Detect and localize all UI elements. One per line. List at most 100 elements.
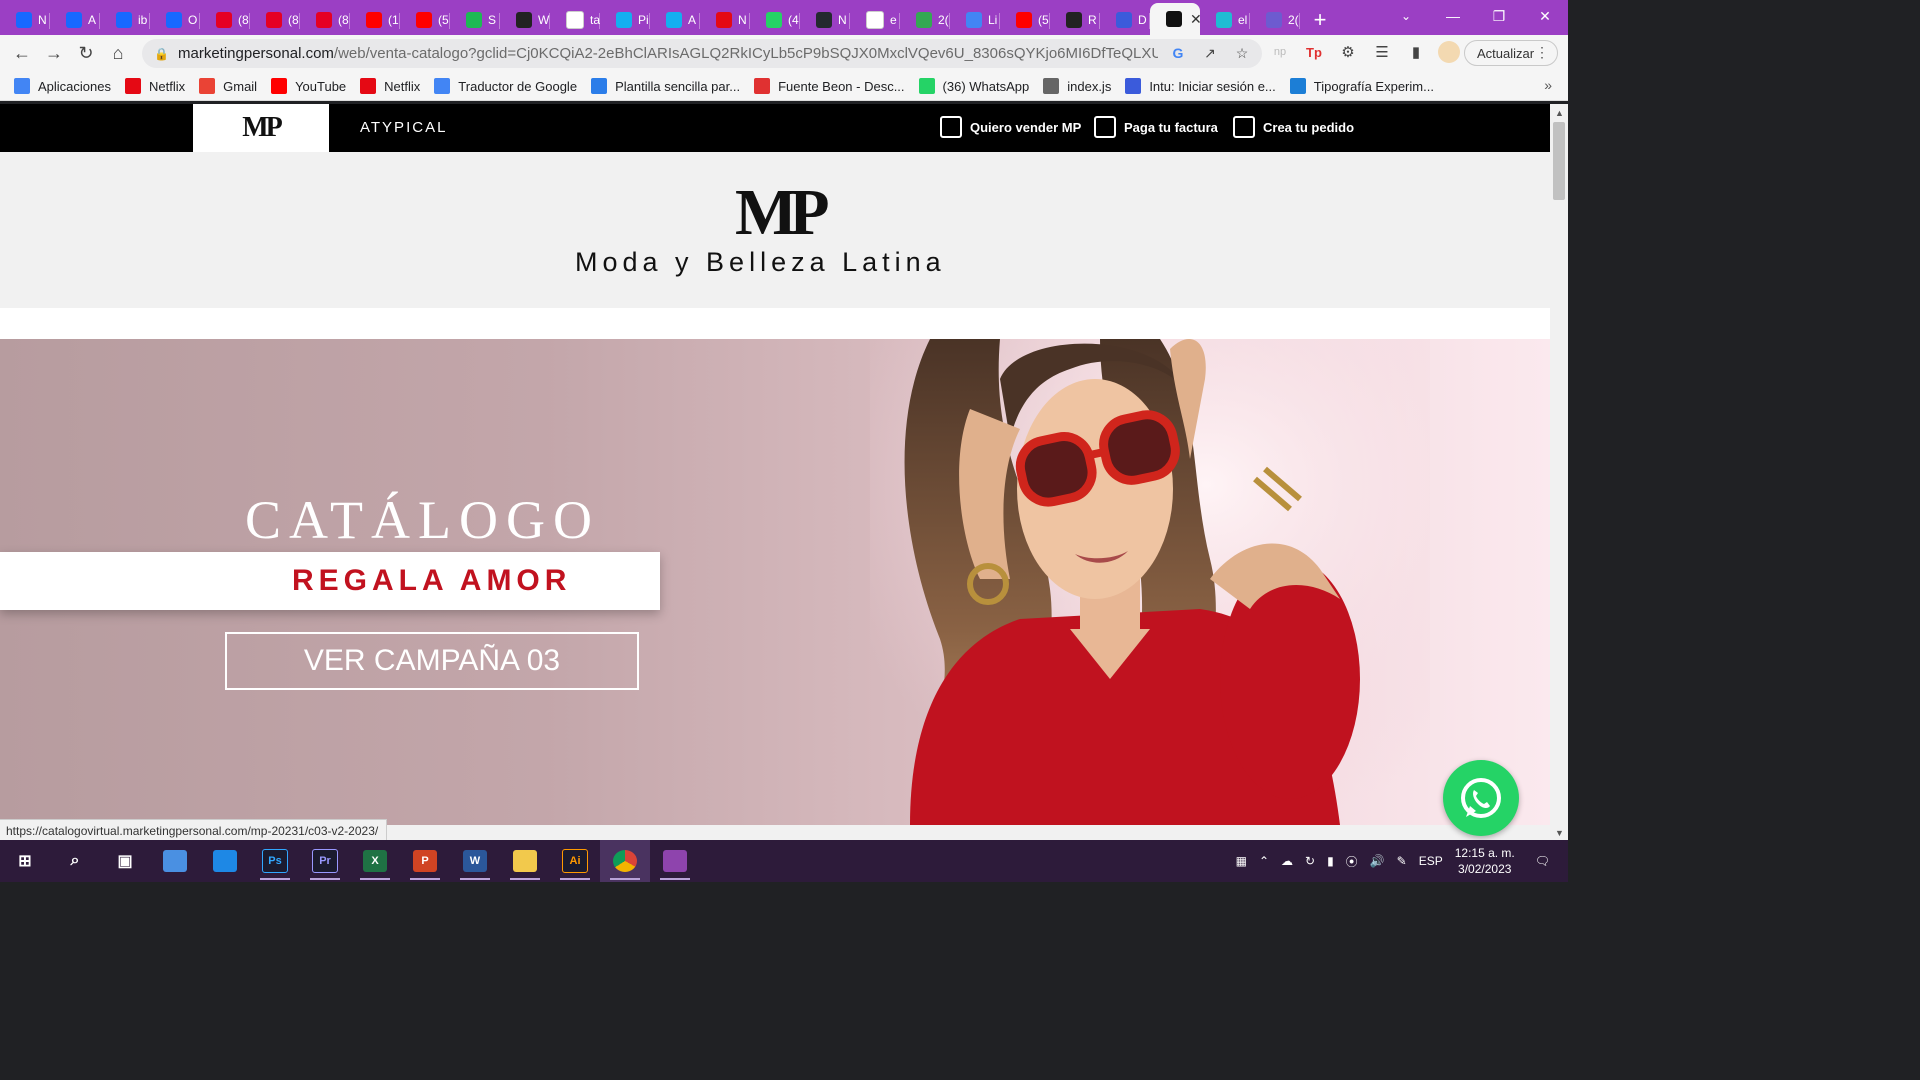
mp-nav-logo[interactable]: MP <box>193 104 329 152</box>
browser-tab[interactable]: ib <box>100 5 150 35</box>
address-bar[interactable]: 🔒 marketingpersonal.com/web/venta-catalo… <box>142 39 1262 68</box>
brand-logo[interactable]: MP <box>735 180 830 246</box>
taskbar-app[interactable] <box>200 840 250 882</box>
nav-link-crea-pedido[interactable]: Crea tu pedido <box>1233 116 1354 138</box>
bookmark-item[interactable]: Tipografía Experim... <box>1289 78 1434 94</box>
page-scrollbar[interactable]: ▲ ▼ <box>1550 104 1568 840</box>
browser-tab[interactable]: N <box>0 5 50 35</box>
bookmarks-overflow-icon[interactable]: » <box>1544 77 1552 93</box>
scroll-down-icon[interactable]: ▼ <box>1555 828 1564 838</box>
browser-tab[interactable]: (5 <box>1000 5 1050 35</box>
bookmark-item[interactable]: index.js <box>1043 78 1111 94</box>
google-lens-icon[interactable]: G <box>1168 43 1188 63</box>
browser-tab[interactable]: e <box>850 5 900 35</box>
taskbar-app[interactable]: Ai <box>550 840 600 882</box>
browser-tab[interactable]: R <box>1050 5 1100 35</box>
taskbar-app[interactable] <box>600 840 650 882</box>
share-icon[interactable]: ↗ <box>1200 43 1220 63</box>
browser-tab[interactable]: D <box>1100 5 1150 35</box>
taskbar-app[interactable]: X <box>350 840 400 882</box>
menu-dots-icon[interactable]: ⋮ <box>1535 44 1549 61</box>
close-tab-icon[interactable]: ✕ <box>1190 11 1200 28</box>
taskbar-app[interactable]: ⊞ <box>0 840 50 882</box>
taskbar-app[interactable]: Ps <box>250 840 300 882</box>
atypical-link[interactable]: ATYPICAL <box>360 119 447 136</box>
bookmark-item[interactable]: Traductor de Google <box>434 78 577 94</box>
nav-link-paga-factura[interactable]: Paga tu factura <box>1094 116 1218 138</box>
wifi-icon[interactable]: ⦿ <box>1346 853 1358 870</box>
view-campaign-button[interactable]: VER CAMPAÑA 03 <box>225 632 639 690</box>
profile-avatar[interactable] <box>1438 41 1460 63</box>
browser-tab[interactable]: (4 <box>750 5 800 35</box>
browser-tab[interactable]: N <box>800 5 850 35</box>
back-button[interactable]: ← <box>6 38 38 70</box>
scrollbar-thumb[interactable] <box>1553 122 1565 200</box>
bookmark-item[interactable]: Netflix <box>125 78 185 94</box>
bookmark-item[interactable]: (36) WhatsApp <box>918 78 1029 94</box>
tab-search-chevron-icon[interactable]: ⌄ <box>1396 6 1416 26</box>
browser-tab[interactable]: Pi <box>600 5 650 35</box>
side-panel-icon[interactable]: ▮ <box>1404 39 1428 65</box>
browser-tab[interactable]: ta <box>550 5 600 35</box>
nav-link-quiero-vender[interactable]: Quiero vender MP <box>940 116 1081 138</box>
volume-icon[interactable]: 🔊 <box>1370 854 1385 868</box>
clock[interactable]: 12:15 a. m. 3/02/2023 <box>1455 845 1515 877</box>
bookmark-item[interactable]: Aplicaciones <box>14 78 111 94</box>
browser-tab[interactable]: el <box>1200 5 1250 35</box>
bookmark-item[interactable]: Gmail <box>199 78 257 94</box>
browser-tab[interactable]: Li <box>950 5 1000 35</box>
news-widget-icon[interactable]: ▦ <box>1236 854 1247 868</box>
browser-tab[interactable]: A <box>50 5 100 35</box>
reload-button[interactable]: ↻ <box>70 38 102 70</box>
bookmark-item[interactable]: Intu: Iniciar sesión e... <box>1125 78 1276 94</box>
extensions-puzzle-icon[interactable]: ⚙ <box>1336 39 1360 65</box>
browser-tab[interactable]: 2( <box>1250 5 1300 35</box>
minimize-button[interactable]: — <box>1430 0 1476 32</box>
update-browser-button[interactable]: Actualizar ⋮ <box>1464 40 1558 66</box>
browser-tab[interactable]: (8 <box>250 5 300 35</box>
browser-tab[interactable]: O <box>150 5 200 35</box>
browser-tab[interactable]: (8 <box>200 5 250 35</box>
taskbar-app[interactable]: W <box>450 840 500 882</box>
taskbar-app[interactable] <box>150 840 200 882</box>
taskbar-app[interactable]: ▣ <box>100 840 150 882</box>
bookmark-item[interactable]: Plantilla sencilla par... <box>591 78 740 94</box>
forward-button[interactable]: → <box>38 38 70 70</box>
browser-tab[interactable]: (5 <box>400 5 450 35</box>
browser-tab[interactable]: A <box>650 5 700 35</box>
onedrive-icon[interactable]: ☁ <box>1281 854 1293 868</box>
bookmark-item[interactable]: YouTube <box>271 78 346 94</box>
battery-icon[interactable]: ▮ <box>1327 854 1334 868</box>
url-text[interactable]: marketingpersonal.com/web/venta-catalogo… <box>178 45 1158 62</box>
taskbar-app[interactable] <box>650 840 700 882</box>
bookmark-item[interactable]: Netflix <box>360 78 420 94</box>
taskbar-app[interactable]: Pr <box>300 840 350 882</box>
sync-icon[interactable]: ↻ <box>1305 854 1315 868</box>
media-control-icon[interactable]: ☰ <box>1370 39 1394 65</box>
new-tab-button[interactable]: + <box>1300 5 1340 35</box>
home-button[interactable]: ⌂ <box>102 38 134 70</box>
browser-tab[interactable]: S <box>450 5 500 35</box>
browser-tab[interactable]: N <box>700 5 750 35</box>
bookmark-star-icon[interactable]: ☆ <box>1232 43 1252 63</box>
notifications-icon[interactable]: 🗨 <box>1535 854 1550 868</box>
hero-banner[interactable]: CATÁLOGO REGALA AMOR VER CAMPAÑA 03 <box>0 339 1550 825</box>
taskbar-app[interactable]: ⌕ <box>50 840 100 882</box>
tray-overflow-icon[interactable]: ⌃ <box>1259 854 1269 868</box>
pen-icon[interactable]: ✎ <box>1397 854 1407 868</box>
extension-np-icon[interactable]: np <box>1268 39 1292 65</box>
browser-tab[interactable]: (1 <box>350 5 400 35</box>
bookmark-item[interactable]: Fuente Beon - Desc... <box>754 78 905 94</box>
extension-tp-icon[interactable]: Tp <box>1302 39 1326 65</box>
browser-tab[interactable]: W <box>500 5 550 35</box>
browser-tab[interactable]: ✕ <box>1150 3 1200 35</box>
language-indicator[interactable]: ESP <box>1419 854 1443 868</box>
scroll-up-icon[interactable]: ▲ <box>1555 108 1564 118</box>
close-window-button[interactable]: ✕ <box>1522 0 1568 32</box>
taskbar-app[interactable] <box>500 840 550 882</box>
browser-tab[interactable]: (8 <box>300 5 350 35</box>
browser-tab[interactable]: 2( <box>900 5 950 35</box>
taskbar-app[interactable]: P <box>400 840 450 882</box>
whatsapp-float-button[interactable] <box>1443 760 1519 836</box>
restore-button[interactable]: ❐ <box>1476 0 1522 32</box>
